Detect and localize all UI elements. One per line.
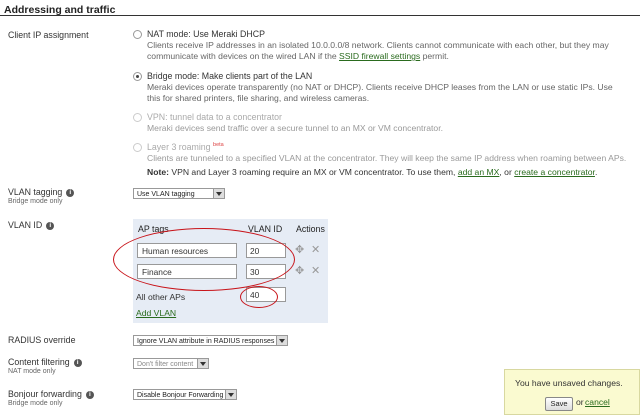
chevron-down-icon [197, 359, 208, 368]
bonjour-forwarding-sublabel: Bridge mode only [8, 400, 63, 407]
client-ip-label: Client IP assignment [8, 30, 89, 40]
cancel-link[interactable]: cancel [585, 397, 610, 407]
chevron-down-icon [213, 189, 224, 198]
move-icon[interactable]: ✥ [295, 245, 304, 256]
add-vlan-link[interactable]: Add VLAN [136, 308, 176, 318]
content-filtering-label: Content filtering i [8, 357, 82, 367]
save-button[interactable]: Save [545, 397, 573, 411]
vpn-desc: Meraki devices send traffic over a secur… [147, 123, 443, 133]
bridge-mode-title: Bridge mode: Make clients part of the LA… [147, 71, 313, 81]
info-icon[interactable]: i [85, 391, 94, 399]
vpn-radio[interactable] [133, 113, 142, 122]
bonjour-forwarding-select[interactable]: Disable Bonjour Forwarding [133, 389, 237, 400]
highlight-ellipse-rows [113, 228, 295, 291]
radius-override-label: RADIUS override [8, 335, 76, 345]
col-header-actions: Actions [296, 224, 325, 234]
ssid-firewall-link[interactable]: SSID firewall settings [339, 51, 420, 61]
info-icon[interactable]: i [66, 189, 75, 197]
create-concentrator-link[interactable]: create a concentrator [514, 167, 595, 177]
layer3-roaming-radio[interactable] [133, 143, 142, 152]
bonjour-forwarding-label: Bonjour forwarding i [8, 389, 94, 399]
add-mx-link[interactable]: add an MX [458, 167, 500, 177]
section-divider [0, 15, 640, 16]
unsaved-changes-panel: You have unsaved changes. Save or cancel [504, 369, 640, 415]
vlan-id-label: VLAN ID i [8, 220, 55, 230]
or-text: or [576, 397, 584, 407]
vlan-tagging-sublabel: Bridge mode only [8, 198, 63, 205]
nat-mode-title: NAT mode: Use Meraki DHCP [147, 29, 265, 39]
radius-override-select[interactable]: Ignore VLAN attribute in RADIUS response… [133, 335, 288, 346]
all-other-aps-label: All other APs [136, 292, 186, 302]
info-icon[interactable]: i [73, 359, 82, 367]
bridge-mode-desc: Meraki devices operate transparently (no… [147, 82, 613, 103]
content-filtering-sublabel: NAT mode only [8, 368, 56, 375]
vpn-title: VPN: tunnel data to a concentrator [147, 112, 282, 122]
layer3-roaming-desc: Clients are tunneled to a specified VLAN… [147, 153, 627, 163]
highlight-ellipse-other [240, 286, 278, 308]
content-filtering-select[interactable]: Don't filter content [133, 358, 209, 369]
move-icon[interactable]: ✥ [295, 266, 304, 277]
nat-mode-desc: Clients receive IP addresses in an isola… [147, 40, 609, 61]
vlan-tagging-select[interactable]: Use VLAN tagging [133, 188, 225, 199]
unsaved-changes-message: You have unsaved changes. [515, 378, 623, 388]
info-icon[interactable]: i [46, 222, 55, 230]
delete-icon[interactable]: ✕ [311, 266, 320, 277]
layer3-roaming-title: Layer 3 roaming beta [147, 142, 224, 152]
vlan-tagging-label: VLAN tagging i [8, 187, 75, 197]
chevron-down-icon [225, 390, 236, 399]
delete-icon[interactable]: ✕ [311, 245, 320, 256]
beta-badge: beta [213, 142, 224, 149]
nat-mode-radio[interactable] [133, 30, 142, 39]
concentrator-note: Note: VPN and Layer 3 roaming require an… [147, 167, 598, 177]
bridge-mode-radio[interactable] [133, 72, 142, 81]
chevron-down-icon [276, 336, 287, 345]
